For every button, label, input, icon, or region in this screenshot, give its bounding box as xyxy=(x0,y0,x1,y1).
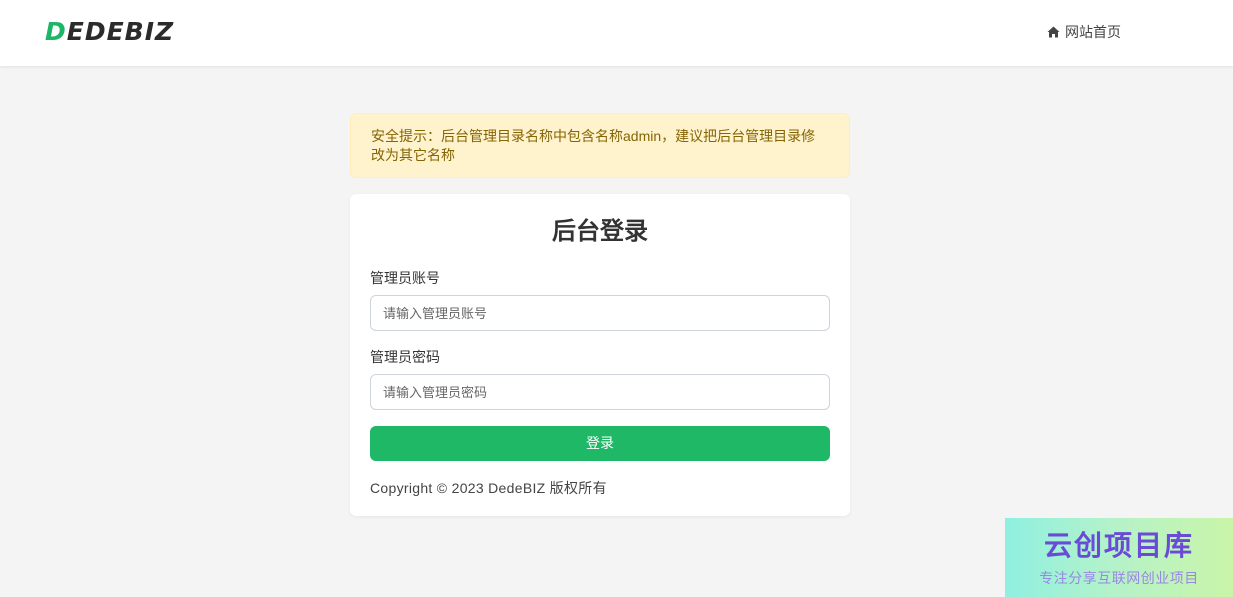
logo-text: EDEBIZ xyxy=(66,17,175,46)
top-navbar: DEDEBIZ 网站首页 xyxy=(0,0,1233,66)
home-link[interactable]: 网站首页 xyxy=(1047,22,1121,42)
username-label: 管理员账号 xyxy=(370,270,440,286)
security-alert: 安全提示：后台管理目录名称中包含名称admin，建议把后台管理目录修改为其它名称 xyxy=(350,113,850,178)
password-label: 管理员密码 xyxy=(370,349,440,365)
watermark-badge: 云创项目库 专注分享互联网创业项目 xyxy=(1005,518,1233,597)
password-input[interactable] xyxy=(370,374,830,410)
home-link-label: 网站首页 xyxy=(1065,24,1121,40)
login-button[interactable]: 登录 xyxy=(370,426,830,461)
copyright-text: Copyright © 2023 DedeBIZ 版权所有 xyxy=(370,480,607,496)
login-card: 后台登录 管理员账号 管理员密码 登录 Copyright © 2023 Ded… xyxy=(350,194,850,516)
username-input[interactable] xyxy=(370,295,830,331)
security-alert-text: 安全提示：后台管理目录名称中包含名称admin，建议把后台管理目录修改为其它名称 xyxy=(371,128,816,163)
login-title: 后台登录 xyxy=(552,218,648,245)
logo-first-letter: D xyxy=(45,17,67,46)
watermark-subtitle: 专注分享互联网创业项目 xyxy=(1039,571,1199,587)
home-icon xyxy=(1047,26,1060,38)
watermark-title: 云创项目库 xyxy=(1043,529,1194,562)
dedebiz-logo[interactable]: DEDEBIZ xyxy=(45,18,174,46)
